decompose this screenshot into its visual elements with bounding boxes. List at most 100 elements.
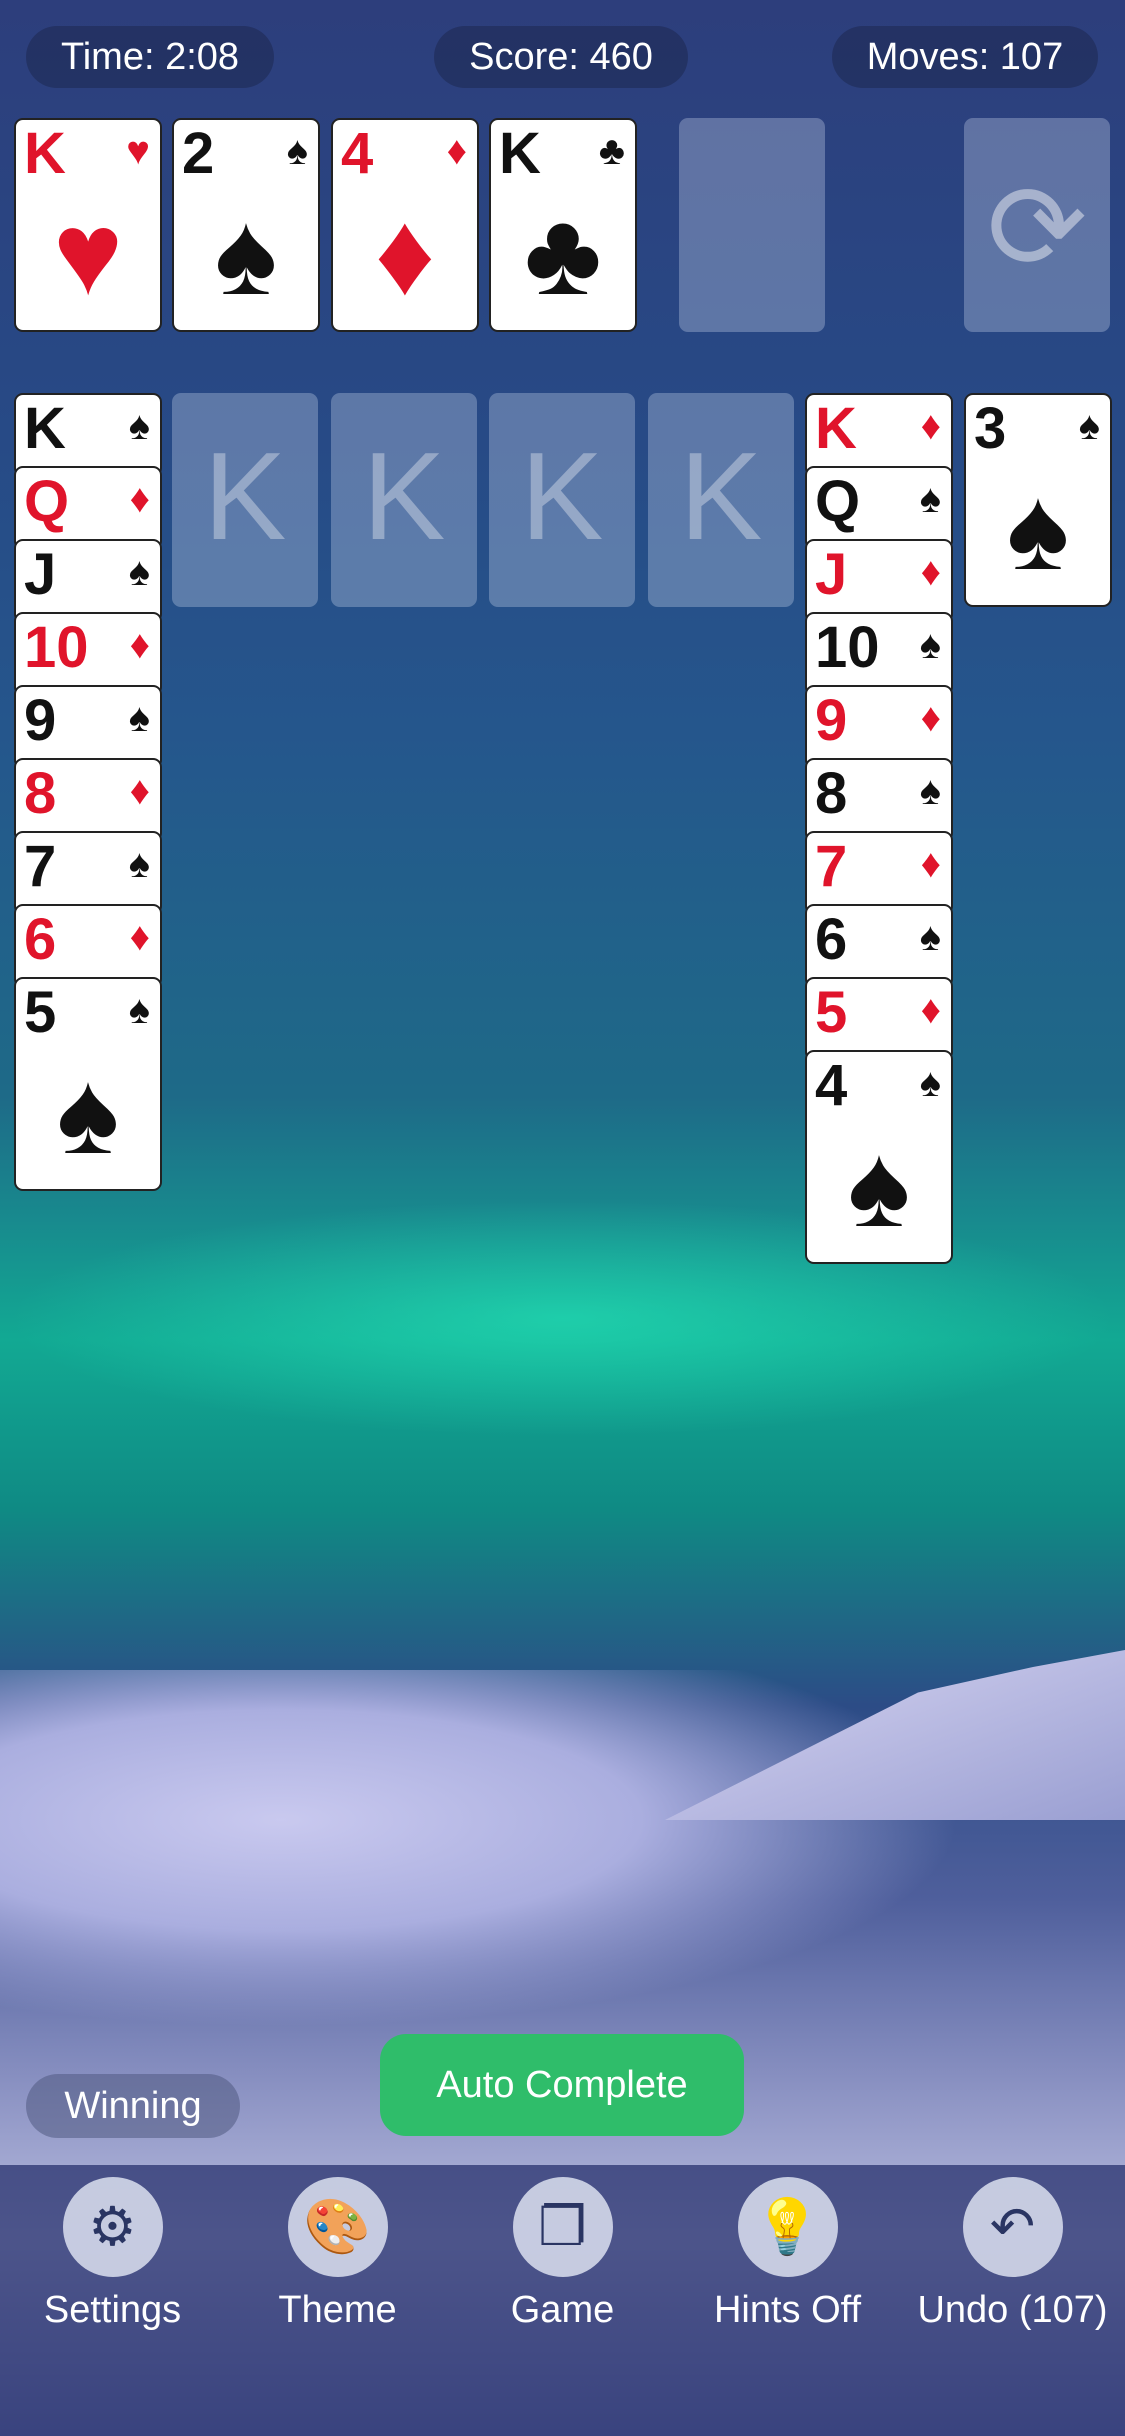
card-rank: 2 (182, 121, 215, 186)
bottom-toolbar: ⚙ Settings 🎨 Theme ❐ Game 💡 Hints Off ↶ Undo (107… (0, 2165, 1125, 2436)
card-suit-icon: ♠ (128, 842, 150, 886)
card-suit-large-icon: ♣ (524, 188, 602, 320)
playing-card[interactable]: J ♠ (14, 539, 162, 623)
playing-card[interactable]: 4 ♦ ♦ (331, 118, 479, 332)
timer-display: Time: 2:08 (26, 26, 274, 88)
card-suit-icon: ♦ (129, 769, 150, 813)
toolbar-theme-button[interactable]: 🎨 Theme (225, 2177, 450, 2332)
card-rank: 9 (24, 688, 57, 753)
playing-card[interactable]: Q ♠ (805, 466, 953, 550)
aurora-glow (0, 1150, 1125, 1570)
tableau-empty-slot[interactable]: K (331, 393, 477, 607)
waste-slot[interactable] (679, 118, 825, 332)
card-suit-icon: ♠ (286, 129, 308, 173)
card-suit-icon: ♠ (919, 1061, 941, 1105)
card-suit-icon: ♦ (129, 915, 150, 959)
card-rank: 4 (815, 1053, 848, 1118)
card-suit-large-icon: ♠ (1006, 463, 1070, 595)
card-suit-icon: ♦ (920, 842, 941, 886)
card-suit-icon: ♦ (446, 129, 467, 173)
card-rank: J (815, 542, 848, 607)
playing-card[interactable]: 8 ♦ (14, 758, 162, 842)
card-rank: K (499, 121, 541, 186)
playing-card[interactable]: 4 ♠ ♠ (805, 1050, 953, 1264)
card-suit-large-icon: ♠ (214, 188, 278, 320)
card-suit-large-icon: ♠ (56, 1047, 120, 1179)
card-rank: 6 (815, 907, 848, 972)
playing-card[interactable]: K ♥ ♥ (14, 118, 162, 332)
card-suit-icon: ♠ (128, 550, 150, 594)
card-suit-icon: ♠ (919, 915, 941, 959)
card-suit-large-icon: ♦ (374, 188, 436, 320)
palette-icon: 🎨 (287, 2177, 388, 2277)
card-suit-icon: ♠ (128, 404, 150, 448)
playing-card[interactable]: 6 ♠ (805, 904, 953, 988)
card-suit-icon: ♦ (920, 988, 941, 1032)
playing-card[interactable]: K ♣ ♣ (489, 118, 637, 332)
card-rank: 5 (24, 980, 57, 1045)
playing-card[interactable]: K ♠ (14, 393, 162, 477)
card-rank: K (24, 396, 66, 461)
playing-card[interactable]: 2 ♠ ♠ (172, 118, 320, 332)
card-rank: 3 (974, 396, 1007, 461)
card-suit-icon: ♦ (129, 477, 150, 521)
card-rank: 7 (815, 834, 848, 899)
toolbar-settings-button[interactable]: ⚙ Settings (0, 2177, 225, 2332)
card-rank: 9 (815, 688, 848, 753)
card-suit-icon: ♣ (598, 129, 625, 173)
tableau-empty-slot[interactable]: K (648, 393, 794, 607)
playing-card[interactable]: 10 ♠ (805, 612, 953, 696)
card-rank: K (815, 396, 857, 461)
card-suit-icon: ♦ (920, 550, 941, 594)
card-suit-icon: ♥ (126, 129, 150, 173)
tableau-empty-slot[interactable]: K (489, 393, 635, 607)
card-rank: J (24, 542, 57, 607)
undo-icon: ↶ (962, 2177, 1063, 2277)
playing-card[interactable]: 8 ♠ (805, 758, 953, 842)
card-suit-large-icon: ♠ (847, 1120, 911, 1252)
playing-card[interactable]: 6 ♦ (14, 904, 162, 988)
card-rank: Q (24, 469, 70, 534)
auto-complete-button[interactable]: Auto Complete (380, 2034, 744, 2136)
playing-card[interactable]: K ♦ (805, 393, 953, 477)
tableau-empty-slot[interactable]: K (172, 393, 318, 607)
toolbar-label: Settings (43, 2289, 182, 2331)
toolbar-label: Theme (278, 2289, 397, 2331)
card-rank: Q (815, 469, 861, 534)
card-rank: 8 (815, 761, 848, 826)
playing-card[interactable]: 3 ♠ ♠ (964, 393, 1112, 607)
playing-card[interactable]: 7 ♦ (805, 831, 953, 915)
gear-icon: ⚙ (62, 2177, 163, 2277)
card-suit-icon: ♠ (919, 623, 941, 667)
card-rank: 10 (815, 615, 880, 680)
card-suit-icon: ♦ (920, 404, 941, 448)
card-rank: 6 (24, 907, 57, 972)
card-rank: 10 (24, 615, 89, 680)
playing-card[interactable]: 7 ♠ (14, 831, 162, 915)
playing-card[interactable]: 5 ♦ (805, 977, 953, 1061)
toolbar-game-button[interactable]: ❐ Game (450, 2177, 675, 2332)
toolbar-undo-button[interactable]: ↶ Undo (107) (900, 2177, 1125, 2332)
score-display: Score: 460 (434, 26, 688, 88)
card-suit-large-icon: ♥ (52, 188, 124, 320)
card-rank: 5 (815, 980, 848, 1045)
playing-card[interactable]: J ♦ (805, 539, 953, 623)
moves-display: Moves: 107 (832, 26, 1098, 88)
playing-card[interactable]: 5 ♠ ♠ (14, 977, 162, 1191)
playing-card[interactable]: 10 ♦ (14, 612, 162, 696)
card-suit-icon: ♠ (128, 988, 150, 1032)
stock-pile[interactable]: ⟳ (964, 118, 1110, 332)
recycle-icon: ⟳ (986, 161, 1088, 295)
card-rank: 8 (24, 761, 57, 826)
playing-card[interactable]: 9 ♦ (805, 685, 953, 769)
playing-card[interactable]: 9 ♠ (14, 685, 162, 769)
card-suit-icon: ♠ (919, 477, 941, 521)
card-suit-icon: ♠ (919, 769, 941, 813)
card-rank: K (24, 121, 66, 186)
playing-card[interactable]: Q ♦ (14, 466, 162, 550)
toolbar-hints-button[interactable]: 💡 Hints Off (675, 2177, 900, 2332)
card-suit-icon: ♠ (1078, 404, 1100, 448)
card-rank: 4 (341, 121, 374, 186)
toolbar-label: Undo (107) (917, 2289, 1108, 2331)
toolbar-label: Game (510, 2289, 615, 2331)
